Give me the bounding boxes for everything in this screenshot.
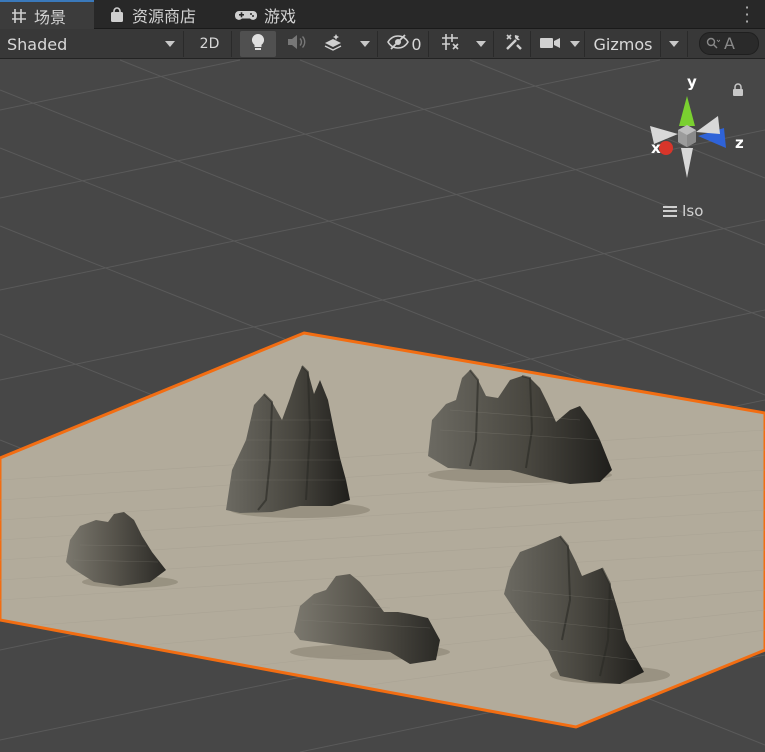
gizmo-y-arrow	[679, 96, 695, 126]
search-icon	[706, 34, 721, 53]
chevron-down-icon	[476, 41, 486, 47]
tab-game-label: 游戏	[264, 6, 297, 26]
tab-game[interactable]: 游戏	[224, 0, 314, 29]
2d-mode-button[interactable]: 2D	[188, 31, 232, 57]
gizmos-button[interactable]: Gizmos	[588, 31, 658, 57]
gamepad-icon	[234, 6, 258, 24]
tab-bar: 场景 资源商店 游戏 · · ·	[0, 0, 765, 30]
menu-icon	[663, 205, 677, 217]
hidden-objects-count: 0	[411, 34, 422, 54]
effects-layers-icon	[323, 33, 343, 55]
scene-viewport[interactable]: y x z Iso	[0, 59, 765, 752]
camera-dropdown[interactable]	[565, 31, 585, 57]
shading-mode-value: Shaded	[7, 34, 68, 54]
eye-hidden-icon	[387, 34, 410, 54]
scene-audio-button[interactable]	[279, 31, 313, 57]
tab-scene-label: 场景	[34, 8, 67, 27]
tab-asset-store[interactable]: 资源商店	[98, 0, 226, 29]
shading-mode-dropdown[interactable]: Shaded	[0, 31, 184, 57]
tools-icon	[504, 32, 524, 56]
scene-effects-button[interactable]	[316, 31, 350, 57]
light-bulb-icon	[250, 33, 266, 55]
search-placeholder: A	[724, 34, 735, 53]
projection-label: Iso	[682, 202, 704, 220]
gizmos-dropdown[interactable]	[660, 31, 688, 57]
chevron-down-icon	[569, 41, 580, 47]
scene-search-field[interactable]: A	[699, 32, 759, 55]
grid-dropdown[interactable]	[469, 31, 494, 57]
camera-icon	[539, 35, 561, 54]
chevron-down-icon	[165, 41, 175, 47]
gizmo-y-label: y	[687, 73, 697, 91]
chevron-down-icon	[359, 41, 370, 47]
gizmos-label: Gizmos	[593, 34, 653, 54]
scene-camera-button[interactable]	[535, 31, 565, 57]
scene-toolbar: Shaded 2D 0 Gizmos A	[0, 29, 765, 59]
tab-scene[interactable]: 场景	[0, 0, 94, 30]
lock-icon[interactable]	[732, 81, 744, 96]
hidden-objects-toggle[interactable]: 0	[381, 31, 429, 57]
projection-toggle[interactable]: Iso	[663, 201, 703, 221]
shopping-bag-icon	[108, 6, 126, 24]
2d-mode-label: 2D	[199, 36, 220, 52]
grid-icon	[10, 7, 28, 25]
gizmo-x-arrow	[659, 141, 673, 155]
grid-snapping-button[interactable]	[432, 31, 468, 57]
gizmo-x-label: x	[651, 139, 661, 157]
scene-lighting-button[interactable]	[240, 31, 276, 57]
effects-dropdown[interactable]	[352, 31, 378, 57]
scene-tools-button[interactable]	[497, 31, 531, 57]
gizmo-z-label: z	[735, 134, 744, 152]
chevron-down-icon	[669, 41, 679, 47]
tab-asset-store-label: 资源商店	[132, 6, 197, 26]
grid-snap-icon	[440, 32, 460, 56]
speaker-icon	[286, 34, 306, 54]
more-options-icon[interactable]: · · ·	[741, 0, 753, 30]
